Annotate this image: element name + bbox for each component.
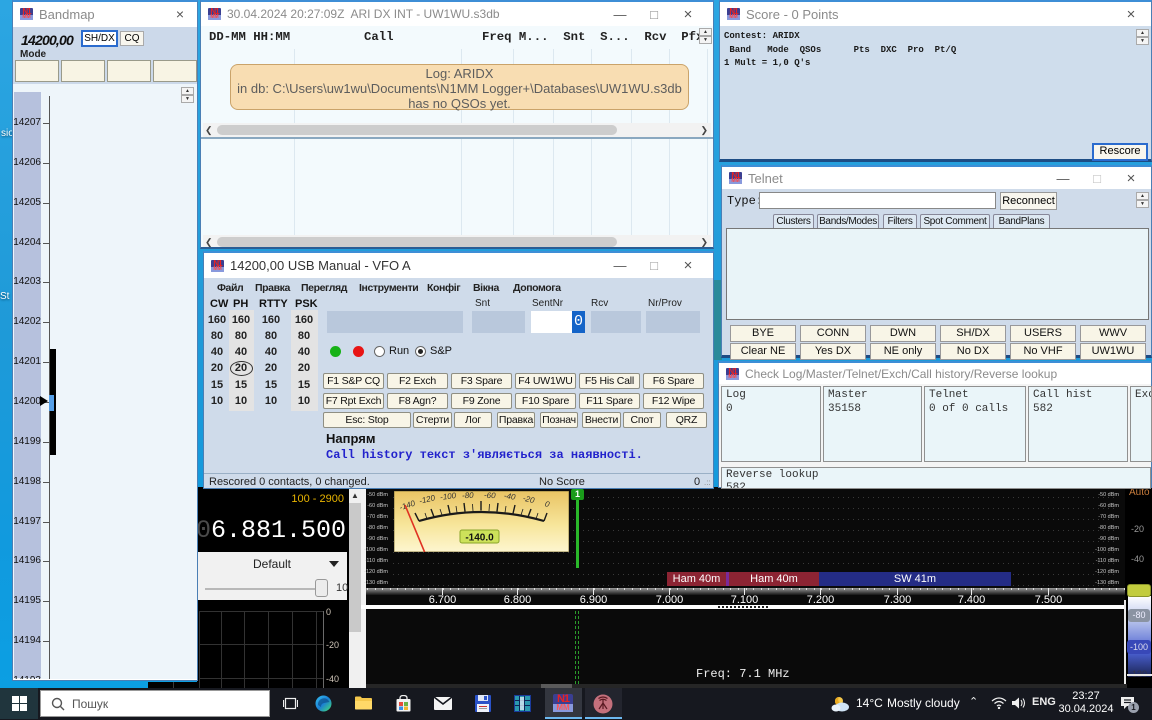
svg-text:-140.0: -140.0 [465, 533, 494, 544]
svg-text:-80: -80 [462, 491, 475, 500]
svg-text:-60: -60 [484, 491, 497, 500]
svg-text:-40: -40 [503, 491, 516, 502]
